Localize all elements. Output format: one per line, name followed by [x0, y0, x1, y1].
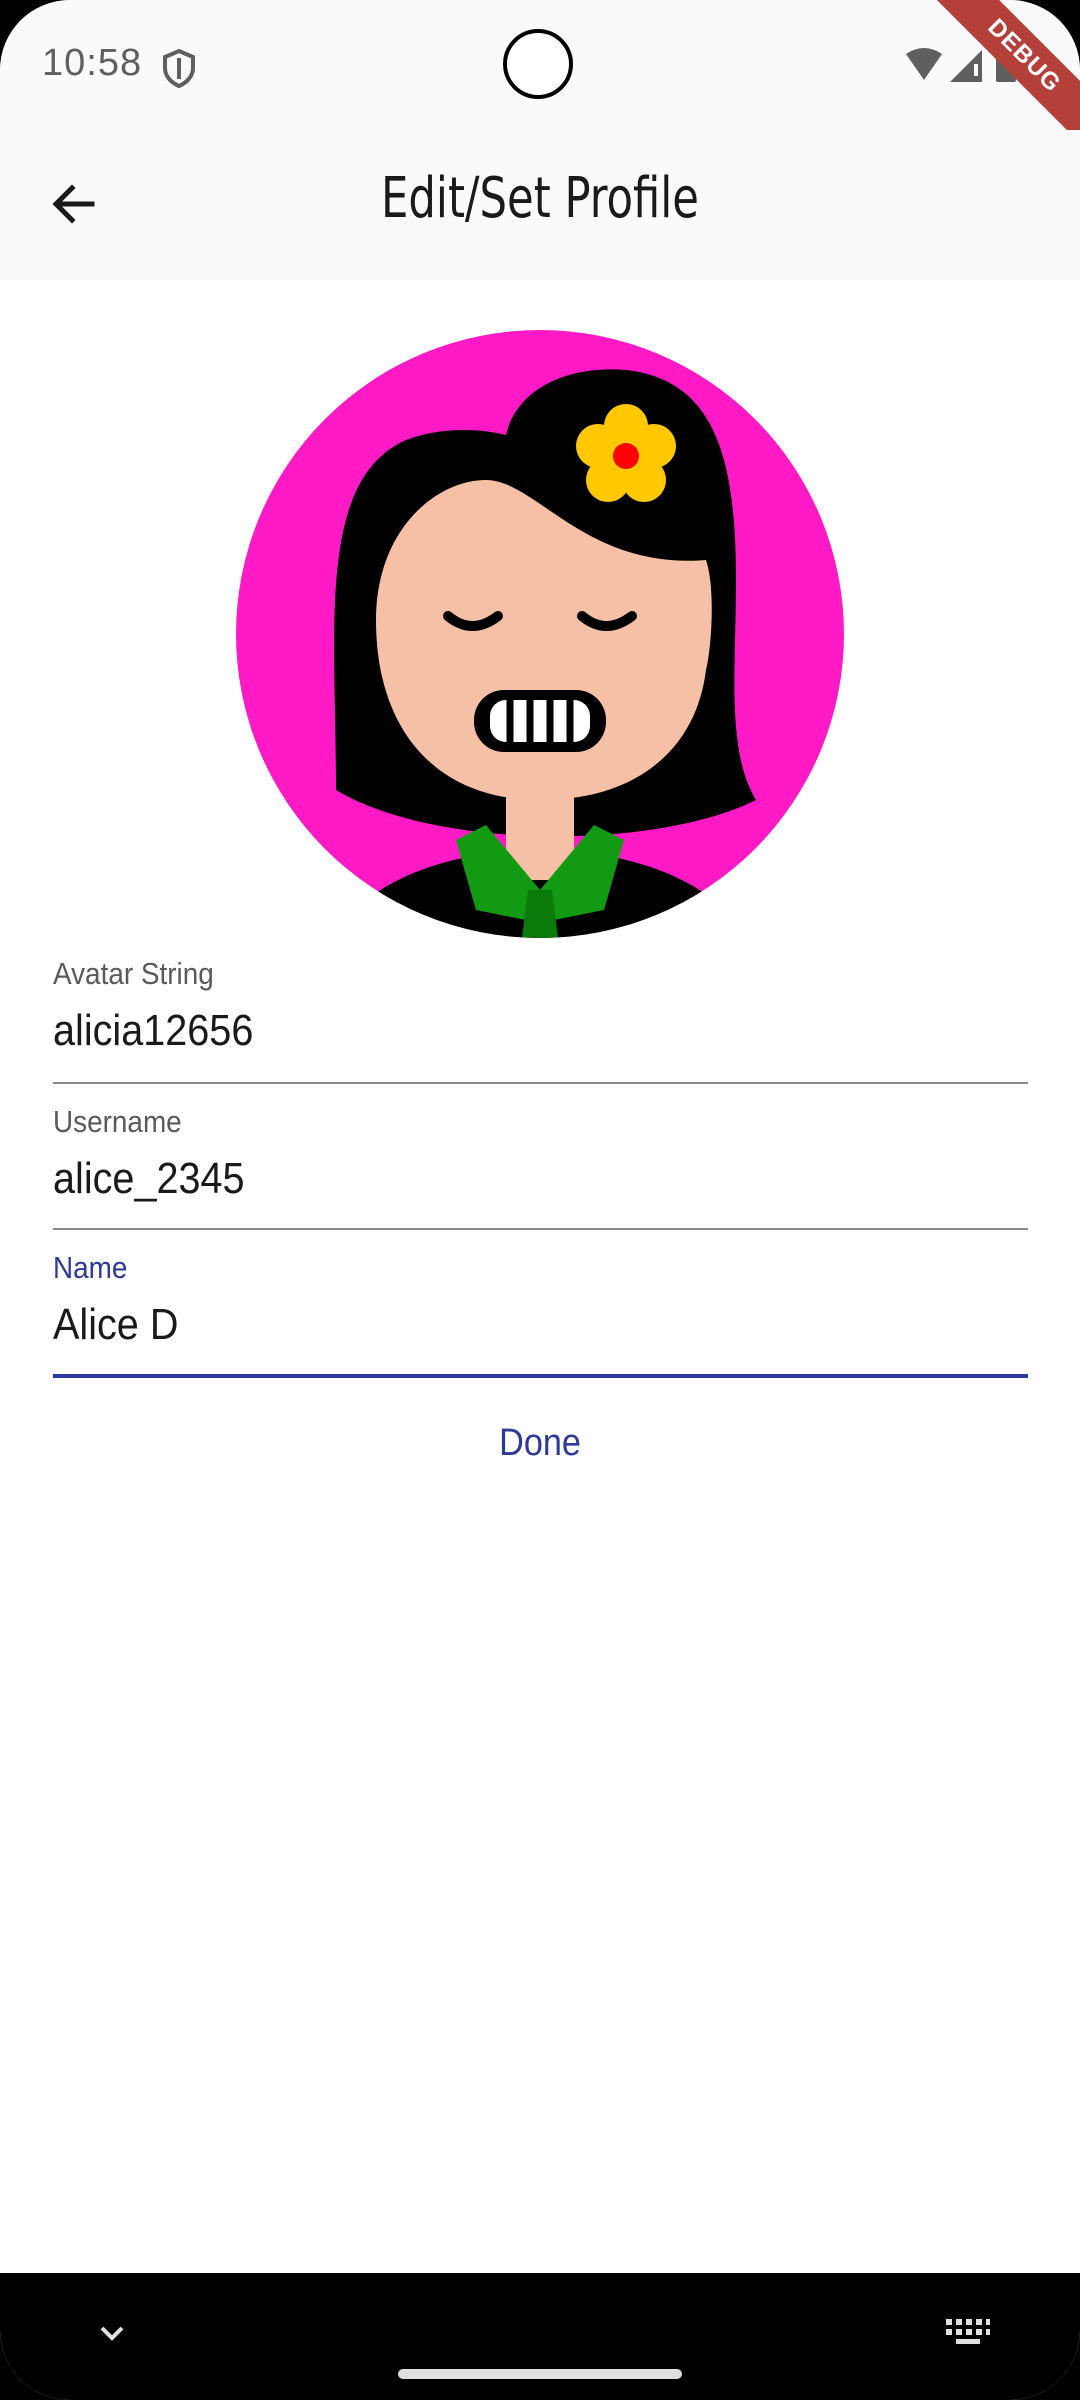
screen: 10:58 DEBUG Edit/Set Profile Avatar Stri… — [0, 0, 1080, 2400]
name-label: Name — [53, 1250, 128, 1285]
wifi-icon — [906, 48, 942, 80]
avatar-string-input[interactable]: alicia12656 — [53, 1006, 931, 1056]
app-bar: Edit/Set Profile — [0, 130, 1080, 280]
avatar-tie — [522, 890, 558, 938]
name-field[interactable]: Name Alice D — [53, 1250, 1028, 1378]
done-button[interactable]: Done — [450, 1408, 630, 1478]
avatar-string-field[interactable]: Avatar String alicia12656 — [53, 956, 1028, 1084]
navigation-bar — [0, 2273, 1080, 2400]
avatar-string-label: Avatar String — [53, 956, 214, 991]
name-input[interactable]: Alice D — [53, 1300, 931, 1350]
avatar-string-underline — [53, 1082, 1028, 1084]
camera-cutout — [503, 29, 573, 99]
username-field[interactable]: Username alice_2345 — [53, 1104, 1028, 1232]
shield-icon — [163, 48, 195, 88]
username-underline — [53, 1228, 1028, 1230]
name-underline — [53, 1374, 1028, 1378]
status-bar: 10:58 DEBUG — [0, 0, 1080, 157]
home-indicator[interactable] — [398, 2369, 682, 2379]
username-input[interactable]: alice_2345 — [53, 1154, 931, 1204]
keyboard-icon[interactable] — [944, 2313, 992, 2349]
status-time: 10:58 — [42, 42, 143, 84]
page-title: Edit/Set Profile — [381, 166, 699, 231]
avatar — [236, 330, 844, 938]
username-label: Username — [53, 1104, 182, 1139]
chevron-down-icon[interactable] — [92, 2313, 132, 2353]
